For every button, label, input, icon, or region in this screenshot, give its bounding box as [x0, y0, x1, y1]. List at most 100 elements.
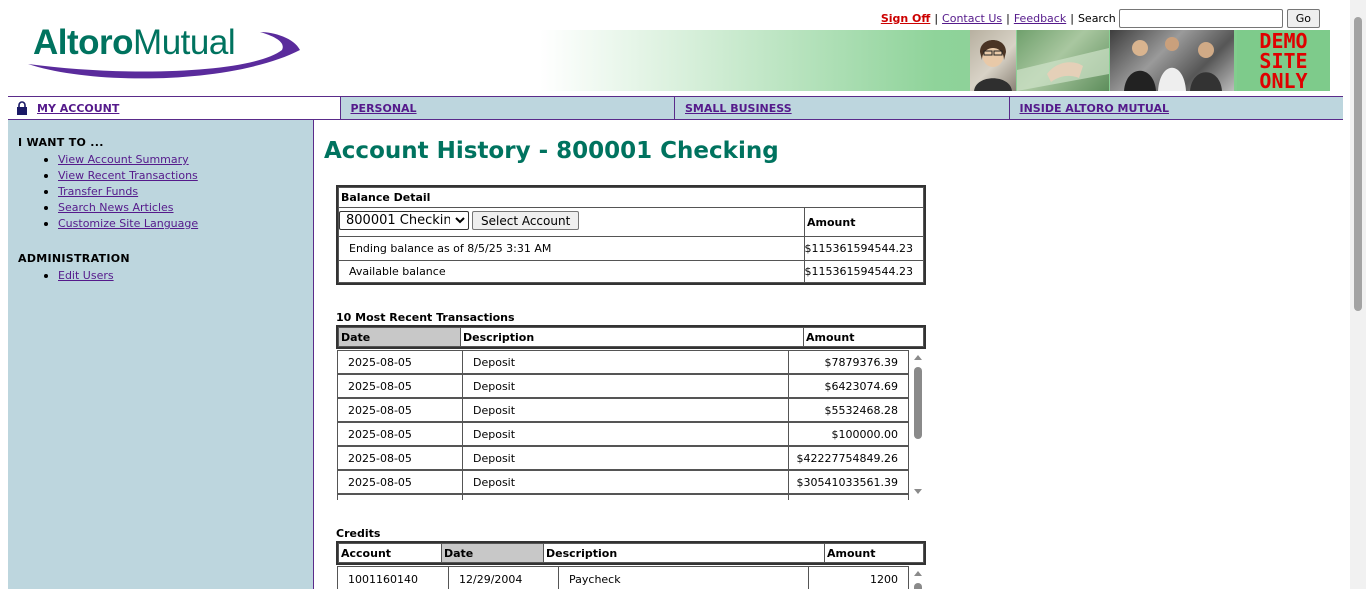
table-cell-description — [462, 494, 789, 500]
table-cell-date: 12/29/2004 — [448, 566, 559, 589]
go-button[interactable]: Go — [1286, 8, 1320, 28]
table-cell-amount: $7879376.39 — [788, 350, 909, 374]
divider: | — [1070, 11, 1074, 25]
sidebar: I WANT TO ... View Account Summary View … — [8, 120, 314, 589]
sign-off-link[interactable]: Sign Off — [881, 12, 931, 25]
tab-inside-altoro[interactable]: INSIDE ALTORO MUTUAL — [1008, 97, 1344, 119]
list-item: Transfer Funds — [44, 184, 198, 200]
tab-my-account-label[interactable]: MY ACCOUNT — [37, 102, 119, 115]
sidebar-link-transfer-funds[interactable]: Transfer Funds — [58, 185, 138, 198]
tab-small-business-label[interactable]: SMALL BUSINESS — [685, 102, 792, 115]
search-input[interactable] — [1118, 8, 1283, 28]
table-cell-amount: $100000.00 — [788, 422, 909, 446]
altoro-mutual-logo[interactable]: AltoroMutual — [24, 20, 304, 80]
scroll-up-icon[interactable] — [914, 355, 922, 360]
recent-transactions-header: Date Description Amount — [336, 325, 926, 349]
column-header-date[interactable]: Date — [441, 543, 544, 563]
sidebar-link-view-recent-transactions[interactable]: View Recent Transactions — [58, 169, 198, 182]
column-header-amount[interactable]: Amount — [824, 543, 924, 563]
tab-my-account[interactable]: MY ACCOUNT — [8, 97, 340, 119]
lock-icon — [17, 101, 27, 115]
table-cell-amount: $30541033561.39 — [788, 470, 909, 494]
table-cell-description: Deposit — [462, 350, 789, 374]
balance-detail-header: Balance Detail — [338, 187, 924, 208]
table-cell-date: 2025-08-05 — [337, 350, 463, 374]
table-cell-date: 2025-08-05 — [337, 446, 463, 470]
logo-text-bold: Altoro — [33, 23, 134, 62]
table-row — [336, 493, 910, 500]
scroll-down-icon[interactable] — [914, 489, 922, 494]
recent-transactions-rows: 2025-08-05 Deposit $7879376.39 2025-08-0… — [336, 349, 910, 500]
page-title: Account History - 800001 Checking — [324, 138, 779, 164]
feedback-link[interactable]: Feedback — [1014, 12, 1066, 25]
banner-photos — [969, 30, 1234, 91]
table-cell-amount: 1200 — [808, 566, 909, 589]
table-cell-amount: $5532468.28 — [788, 398, 909, 422]
tab-personal-label[interactable]: PERSONAL — [351, 102, 417, 115]
available-balance-amount: $115361594544.23 — [804, 260, 924, 283]
table-cell-date — [337, 494, 463, 500]
select-account-button[interactable]: Select Account — [472, 211, 580, 230]
table-cell-date: 2025-08-05 — [337, 374, 463, 398]
sidebar-admin-links: Edit Users — [44, 268, 114, 284]
tab-personal[interactable]: PERSONAL — [339, 97, 675, 119]
search-label: Search — [1077, 11, 1116, 25]
list-item: Search News Articles — [44, 200, 198, 216]
credits-scrollbar[interactable] — [910, 565, 926, 589]
table-row: 2025-08-05 Deposit $42227754849.26 — [336, 445, 910, 470]
balance-detail-table: Balance Detail Amount Ending balance as … — [336, 185, 926, 285]
table-cell-description: Deposit — [462, 398, 789, 422]
main-nav: MY ACCOUNT PERSONAL SMALL BUSINESS INSID… — [8, 96, 1343, 120]
logo-text-light: Mutual — [133, 23, 236, 62]
scroll-up-icon[interactable] — [914, 571, 922, 576]
list-item: View Recent Transactions — [44, 168, 198, 184]
column-header-description[interactable]: Description — [460, 327, 804, 347]
column-header-account[interactable]: Account — [338, 543, 442, 563]
column-header-amount[interactable]: Amount — [803, 327, 924, 347]
contact-us-link[interactable]: Contact Us — [942, 12, 1002, 25]
demo-site-badge: DEMO SITE ONLY — [1237, 30, 1330, 91]
column-header-description[interactable]: Description — [543, 543, 825, 563]
page-scroll-thumb[interactable] — [1354, 17, 1362, 311]
divider: | — [1006, 11, 1010, 25]
table-cell-amount — [788, 494, 909, 500]
table-cell-amount: $6423074.69 — [788, 374, 909, 398]
banner-photo-keyboard — [1017, 30, 1109, 91]
amount-header: Amount — [804, 207, 924, 237]
table-row: 2025-08-05 Deposit $6423074.69 — [336, 373, 910, 398]
credits-body[interactable]: 1001160140 12/29/2004 Paycheck 1200 — [336, 565, 926, 589]
table-row: 1001160140 12/29/2004 Paycheck 1200 — [336, 565, 910, 589]
list-item: View Account Summary — [44, 152, 198, 168]
scroll-thumb[interactable] — [914, 367, 922, 439]
recent-transactions-scrollbar[interactable] — [910, 349, 926, 500]
table-row: 2025-08-05 Deposit $5532468.28 — [336, 397, 910, 422]
top-links: Sign Off | Contact Us | Feedback | Searc… — [881, 8, 1320, 28]
sidebar-link-view-account-summary[interactable]: View Account Summary — [58, 153, 189, 166]
header-banner: DEMO SITE ONLY — [540, 30, 1330, 91]
sidebar-link-search-news[interactable]: Search News Articles — [58, 201, 174, 214]
sidebar-section-title: I WANT TO ... — [18, 136, 104, 149]
demo-line: DEMO — [1259, 29, 1308, 53]
table-cell-account: 1001160140 — [337, 566, 449, 589]
tab-small-business[interactable]: SMALL BUSINESS — [674, 97, 1009, 119]
banner-photo-woman — [970, 30, 1016, 91]
available-balance-label: Available balance — [338, 260, 805, 283]
tab-inside-altoro-label[interactable]: INSIDE ALTORO MUTUAL — [1020, 102, 1170, 115]
ending-balance-label: Ending balance as of 8/5/25 3:31 AM — [338, 236, 805, 261]
sidebar-link-edit-users[interactable]: Edit Users — [58, 269, 114, 282]
table-row: 2025-08-05 Deposit $100000.00 — [336, 421, 910, 446]
account-select[interactable]: 800001 Checking — [339, 211, 469, 230]
demo-line: ONLY — [1259, 69, 1308, 93]
scroll-thumb[interactable] — [914, 583, 922, 589]
sidebar-link-customize-language[interactable]: Customize Site Language — [58, 217, 198, 230]
credits-title: Credits — [336, 527, 381, 540]
table-row: 2025-08-05 Deposit $30541033561.39 — [336, 469, 910, 494]
credits-header: Account Date Description Amount — [336, 541, 926, 565]
table-row: 2025-08-05 Deposit $7879376.39 — [336, 349, 910, 374]
page-scrollbar[interactable] — [1350, 0, 1366, 589]
table-cell-date: 2025-08-05 — [337, 422, 463, 446]
column-header-date[interactable]: Date — [338, 327, 461, 347]
recent-transactions-body[interactable]: 2025-08-05 Deposit $7879376.39 2025-08-0… — [336, 349, 926, 500]
table-cell-description: Deposit — [462, 374, 789, 398]
table-cell-date: 2025-08-05 — [337, 398, 463, 422]
